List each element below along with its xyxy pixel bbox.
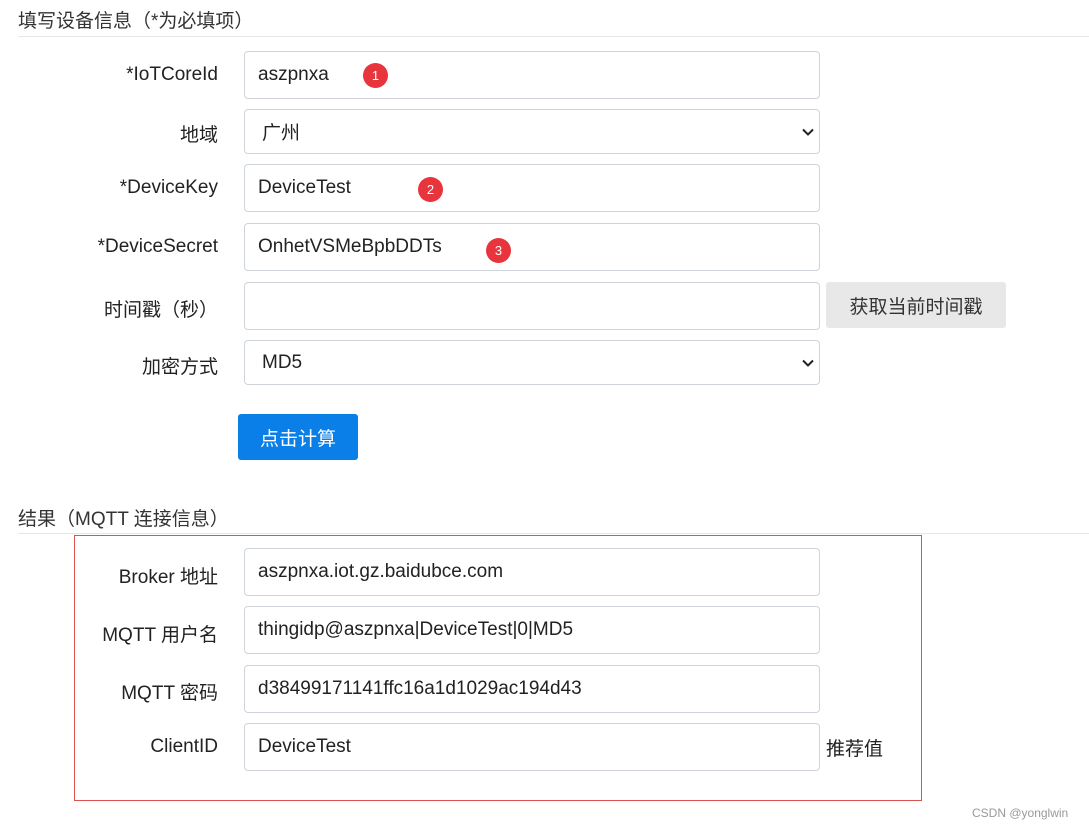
- result-section-divider: [18, 533, 1089, 534]
- devicekey-input[interactable]: DeviceTest: [244, 164, 820, 212]
- timestamp-label: 时间戳（秒）: [103, 300, 218, 321]
- broker-field[interactable]: aszpnxa.iot.gz.baidubce.com: [244, 548, 820, 596]
- result-section-title: 结果（MQTT 连接信息）: [18, 509, 229, 530]
- clientid-hint: 推荐值: [826, 739, 884, 760]
- clientid-label: ClientID: [150, 736, 218, 757]
- clientid-field[interactable]: DeviceTest: [244, 723, 820, 771]
- broker-value: aszpnxa.iot.gz.baidubce.com: [258, 561, 504, 582]
- calculate-button[interactable]: 点击计算: [238, 414, 358, 460]
- devicesecret-value: OnhetVSMeBpbDDTs: [258, 236, 442, 257]
- encryption-select[interactable]: MD5: [244, 340, 820, 385]
- chevron-down-icon: [802, 128, 814, 136]
- password-field[interactable]: d38499171141ffc16a1d1029ac194d43: [244, 665, 820, 713]
- encryption-label: 加密方式: [141, 357, 218, 378]
- devicekey-value: DeviceTest: [258, 177, 351, 198]
- broker-label: Broker 地址: [118, 567, 218, 588]
- iotcoreid-label: *IoTCoreId: [126, 64, 218, 85]
- timestamp-input[interactable]: [244, 282, 820, 330]
- password-label: MQTT 密码: [121, 683, 218, 704]
- devicesecret-input[interactable]: OnhetVSMeBpbDDTs: [244, 223, 820, 271]
- form-section-divider: [18, 36, 1089, 37]
- region-select[interactable]: 广州: [244, 109, 820, 154]
- password-value: d38499171141ffc16a1d1029ac194d43: [258, 678, 582, 699]
- iotcoreid-value: aszpnxa: [258, 64, 329, 85]
- clientid-value: DeviceTest: [258, 736, 351, 757]
- step-badge-3: 3: [486, 238, 511, 263]
- iotcoreid-input[interactable]: aszpnxa: [244, 51, 820, 99]
- devicekey-label: *DeviceKey: [119, 177, 218, 198]
- region-value: 广州: [262, 123, 301, 144]
- get-timestamp-button[interactable]: 获取当前时间戳: [826, 282, 1006, 328]
- username-value: thingidp@aszpnxa|DeviceTest|0|MD5: [258, 619, 574, 640]
- username-field[interactable]: thingidp@aszpnxa|DeviceTest|0|MD5: [244, 606, 820, 654]
- watermark: CSDN @yonglwin: [972, 806, 1069, 820]
- username-label: MQTT 用户名: [102, 625, 218, 646]
- form-section-title: 填写设备信息（*为必填项）: [18, 11, 254, 32]
- step-badge-1: 1: [363, 63, 388, 88]
- chevron-down-icon: [802, 359, 814, 367]
- region-label: 地域: [179, 125, 218, 146]
- devicesecret-label: *DeviceSecret: [97, 236, 218, 257]
- encryption-value: MD5: [262, 351, 303, 373]
- step-badge-2: 2: [418, 177, 443, 202]
